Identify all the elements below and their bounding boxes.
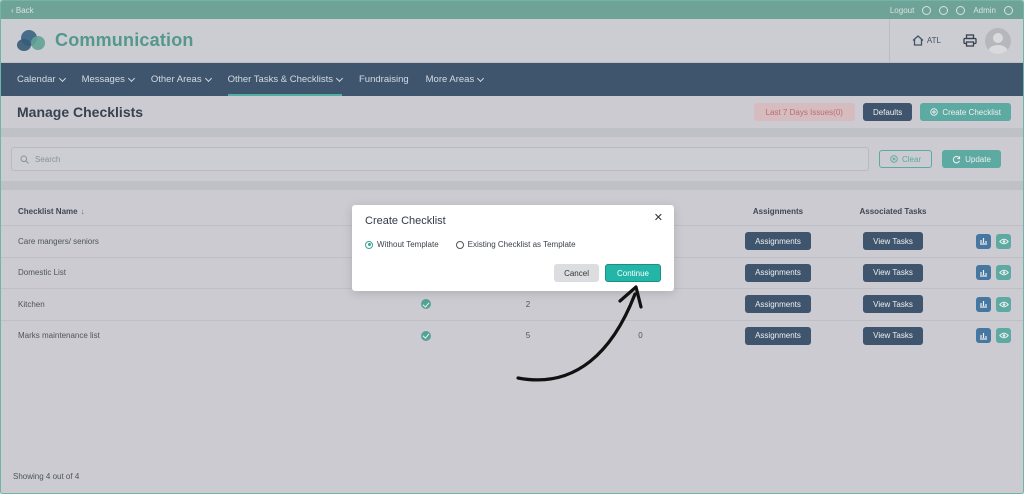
close-icon[interactable]: ✕ — [654, 213, 663, 224]
continue-button[interactable]: Continue — [604, 264, 661, 282]
option-without-template-label: Without Template — [377, 240, 439, 249]
radio-unselected-icon[interactable] — [455, 240, 464, 249]
radio-selected-icon[interactable] — [365, 240, 373, 249]
cancel-button[interactable]: Cancel — [554, 264, 599, 282]
create-checklist-modal: Create Checklist ✕ Without Template Exis… — [352, 205, 674, 291]
app-frame: ‹ Back Logout Admin Communication ATL Ca… — [0, 0, 1024, 494]
option-existing-template-label: Existing Checklist as Template — [467, 240, 576, 249]
modal-title: Create Checklist — [365, 215, 446, 227]
template-options: Without Template Existing Checklist as T… — [365, 240, 661, 249]
option-existing-template[interactable]: Existing Checklist as Template — [455, 240, 576, 249]
modal-actions: Cancel Continue — [554, 264, 661, 282]
option-without-template[interactable]: Without Template — [365, 240, 439, 249]
